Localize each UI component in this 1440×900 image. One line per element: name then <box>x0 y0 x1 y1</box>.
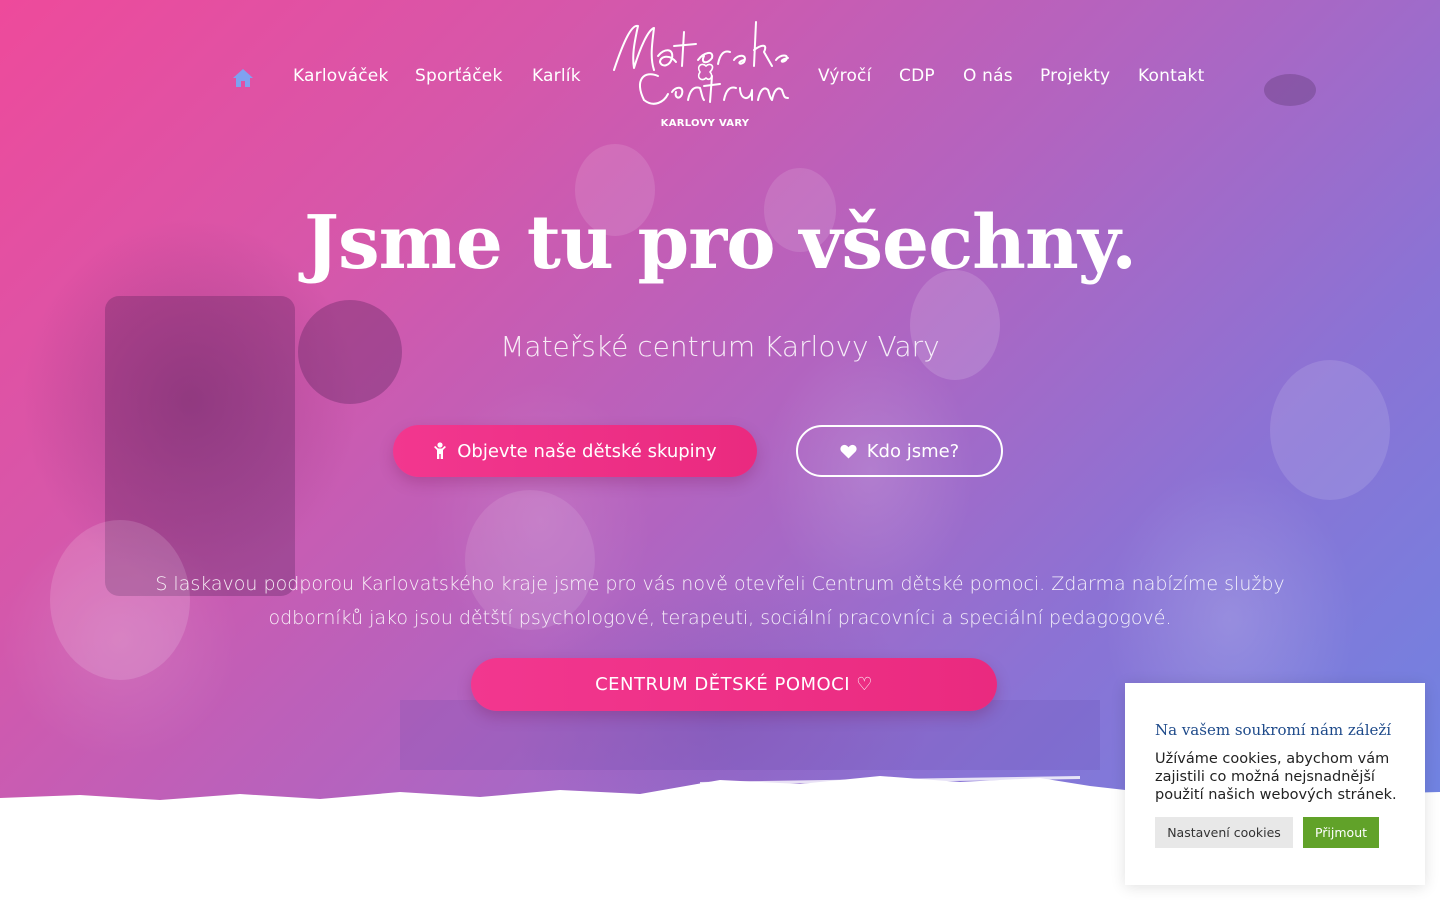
nav-item-kontakt[interactable]: Kontakt <box>1138 66 1204 86</box>
nav-item-projekty[interactable]: Projekty <box>1040 66 1110 86</box>
cookie-text: Užíváme cookies, abychom vám zajistili c… <box>1155 751 1397 803</box>
nav-item-cdp[interactable]: CDP <box>899 66 935 86</box>
cookie-title: Na vašem soukromí nám záleží <box>1155 721 1392 739</box>
nav-item-vyroci[interactable]: Výročí <box>818 66 872 86</box>
home-icon[interactable] <box>232 68 254 88</box>
cookie-consent-box: Na vašem soukromí nám záleží Užíváme coo… <box>1125 683 1425 885</box>
who-are-we-button[interactable]: Kdo jsme? <box>796 425 1003 477</box>
nav-item-o-nas[interactable]: O nás <box>963 66 1013 86</box>
nav-item-karlovacek[interactable]: Karlováček <box>293 66 389 86</box>
heart-icon <box>840 444 857 458</box>
child-icon <box>434 442 447 459</box>
nav-item-sportacek[interactable]: Sporťáček <box>415 66 503 86</box>
logo[interactable]: KARLOVY VARY <box>604 10 794 148</box>
centrum-detske-pomoci-button[interactable]: CENTRUM DĚTSKÉ POMOCI ♡ <box>471 658 997 711</box>
who-are-we-label: Kdo jsme? <box>866 440 960 462</box>
hero-headline: Jsme tu pro všechny. <box>303 200 1137 286</box>
nav-item-karlik[interactable]: Karlík <box>532 66 581 86</box>
discover-groups-button[interactable]: Objevte naše dětské skupiny <box>393 425 757 477</box>
logo-script-mark <box>613 21 789 105</box>
logo-subtitle: KARLOVY VARY <box>660 118 750 129</box>
main-navigation: Karlováček Sporťáček Karlík KARLOVY VARY… <box>0 0 1440 150</box>
cookie-settings-button[interactable]: Nastavení cookies <box>1155 817 1293 848</box>
cdp-info-text: S laskavou podporou Karlovatského kraje … <box>155 573 1285 629</box>
hero-subtitle: Mateřské centrum Karlovy Vary <box>500 330 940 363</box>
cookie-accept-button[interactable]: Přijmout <box>1303 817 1379 848</box>
discover-groups-label: Objevte naše dětské skupiny <box>457 440 717 462</box>
